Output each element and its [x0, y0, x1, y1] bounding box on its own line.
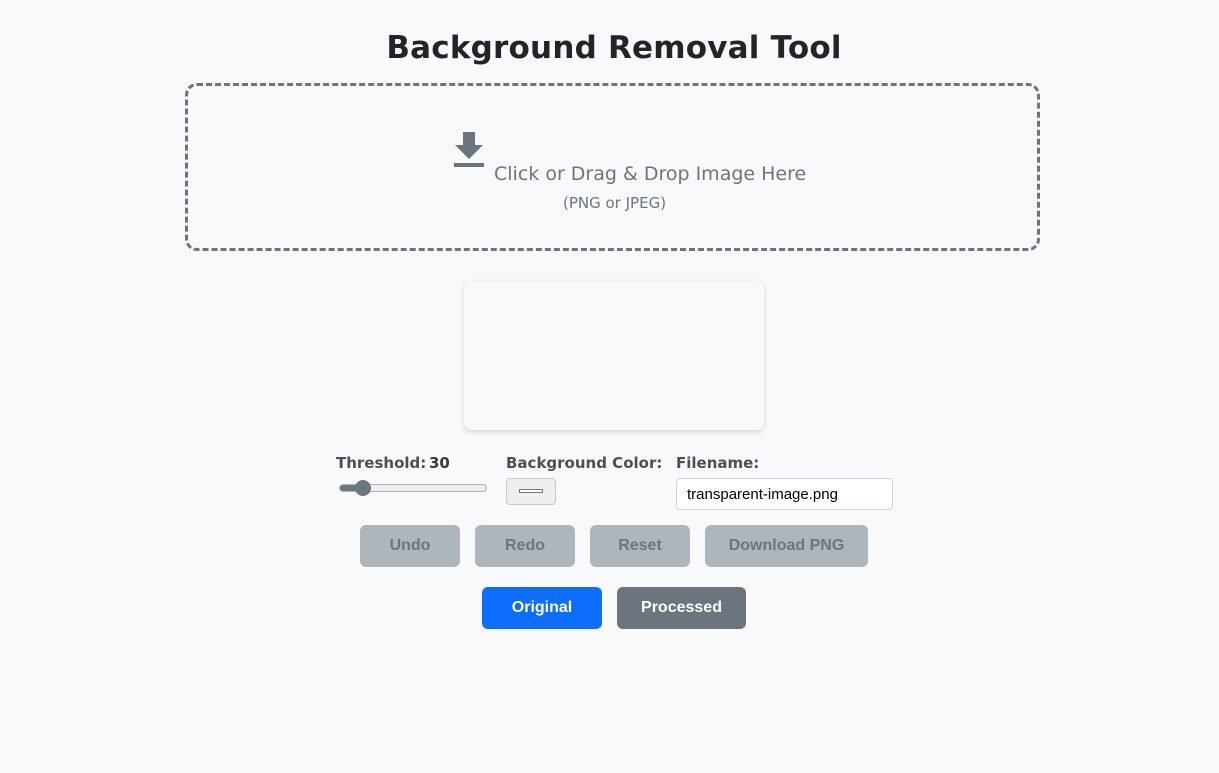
background-color-label: Background Color: [506, 454, 663, 472]
threshold-value: 30 [429, 454, 450, 472]
download-png-button[interactable]: Download PNG [705, 525, 868, 567]
download-arrow-icon [454, 132, 484, 167]
redo-button[interactable]: Redo [475, 525, 575, 567]
background-color-swatch [519, 489, 543, 493]
processed-view-button[interactable]: Processed [617, 587, 746, 629]
upload-dropzone[interactable]: Click or Drag & Drop Image Here (PNG or … [185, 83, 1040, 251]
filename-label: Filename: [676, 454, 760, 472]
page: Background Removal Tool Click or Drag & … [0, 0, 1219, 773]
upload-formats-hint: (PNG or JPEG) [563, 194, 667, 212]
upload-instructions: Click or Drag & Drop Image Here [494, 163, 807, 185]
image-preview-canvas [464, 281, 764, 430]
original-view-button[interactable]: Original [482, 587, 602, 629]
undo-button[interactable]: Undo [360, 525, 460, 567]
filename-input[interactable] [676, 478, 893, 510]
page-title: Background Removal Tool [386, 30, 842, 66]
reset-button[interactable]: Reset [590, 525, 690, 567]
threshold-label: Threshold: [336, 454, 427, 472]
background-color-picker[interactable] [506, 478, 556, 505]
threshold-slider-thumb[interactable] [354, 480, 371, 496]
